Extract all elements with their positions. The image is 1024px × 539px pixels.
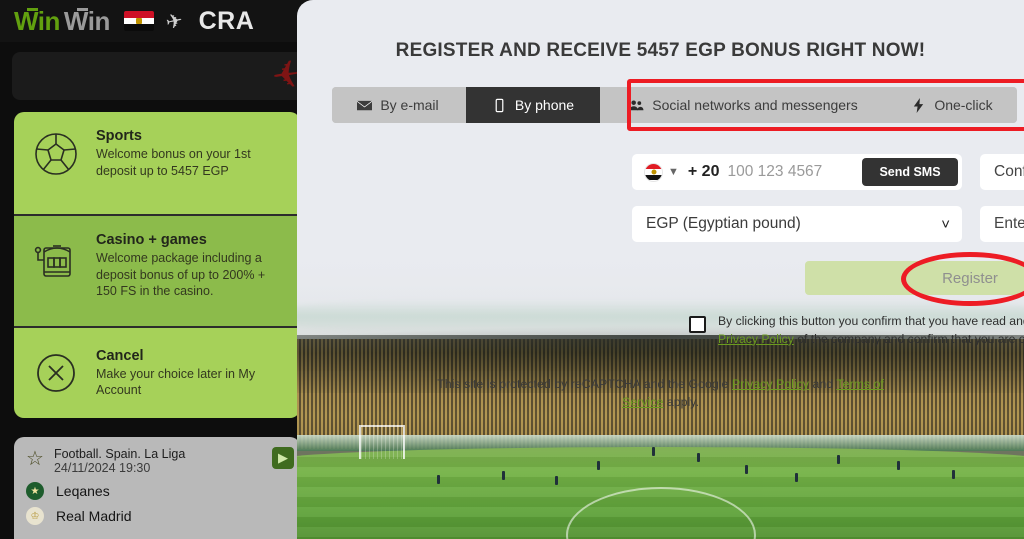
chevron-down-icon[interactable]: ▼ bbox=[668, 166, 679, 178]
promo-code-field[interactable]: Enter promo code (if you have one) bbox=[980, 206, 1024, 242]
match-datetime: 24/11/2024 19:30 bbox=[53, 461, 151, 475]
recaptcha-text-after: apply. bbox=[663, 394, 699, 409]
currency-select[interactable]: EGP (Egyptian pound) ˅ bbox=[632, 206, 962, 242]
crash-label: CRA bbox=[198, 6, 255, 35]
phone-dial-code: + 20 bbox=[687, 163, 720, 180]
google-privacy-policy-link[interactable]: Privacy Policy bbox=[732, 377, 809, 391]
match-league: Football. Spain. La Liga bbox=[53, 447, 186, 461]
football-icon bbox=[30, 128, 82, 180]
promo-card-stack: Sports Welcome bonus on your 1st deposit… bbox=[14, 112, 300, 418]
match-card[interactable]: ☆ Football. Spain. La Liga 24/11/2024 19… bbox=[14, 437, 300, 539]
consent-checkbox[interactable] bbox=[689, 316, 706, 333]
currency-selected-value: EGP (Egyptian pound) bbox=[646, 215, 801, 232]
phone-input[interactable]: 100 123 4567 bbox=[727, 163, 822, 181]
page-title: REGISTER AND RECEIVE 5457 EGP BONUS RIGH… bbox=[395, 40, 926, 61]
mobile-phone-icon bbox=[495, 98, 504, 112]
match-team-row: ★ Leqanes bbox=[26, 482, 288, 500]
confirmation-code-input[interactable]: Confirmation code bbox=[994, 163, 1024, 181]
slot-machine-icon bbox=[30, 232, 82, 284]
promo-description: Make your choice later in My Account bbox=[96, 366, 256, 398]
phone-input-group[interactable]: ▼ + 20 100 123 4567 Send SMS bbox=[632, 154, 962, 190]
registration-modal: REGISTER AND RECEIVE 5457 EGP BONUS RIGH… bbox=[297, 0, 1024, 539]
consent-text-before: By clicking this button you confirm that… bbox=[718, 314, 1024, 328]
tab-label: By e-mail bbox=[380, 97, 439, 113]
promo-code-input[interactable]: Enter promo code (if you have one) bbox=[994, 215, 1024, 233]
confirmation-code-group[interactable]: Confirmation code Confirm bbox=[980, 154, 1024, 190]
recaptcha-text-before: This site is protected by reCAPTCHA and … bbox=[437, 377, 732, 391]
aviator-banner[interactable]: ✈ bbox=[12, 52, 312, 100]
consent-row: By clicking this button you confirm that… bbox=[689, 313, 1024, 348]
tab-one-click[interactable]: One-click bbox=[887, 87, 1017, 123]
tab-label: One-click bbox=[934, 97, 993, 113]
site-logo[interactable]: Win Win bbox=[14, 6, 110, 37]
tab-social-networks[interactable]: Social networks and messengers bbox=[602, 87, 885, 123]
consent-text-after: of the company and confirm that you are … bbox=[797, 331, 1024, 346]
match-team-row: ♔ Real Madrid bbox=[26, 507, 288, 525]
modal-content: REGISTER AND RECEIVE 5457 EGP BONUS RIGH… bbox=[297, 0, 1024, 539]
egypt-flag-icon[interactable] bbox=[123, 11, 154, 31]
send-sms-button[interactable]: Send SMS bbox=[862, 158, 958, 186]
logo-text-part1: Win bbox=[14, 5, 60, 36]
consent-text: By clicking this button you confirm that… bbox=[718, 313, 1024, 348]
promo-description: Welcome package including a deposit bonu… bbox=[96, 251, 266, 298]
lightning-bolt-icon bbox=[914, 97, 924, 113]
leganes-badge-icon: ★ bbox=[26, 482, 44, 500]
promo-card-casino[interactable]: Casino + games Welcome package including… bbox=[14, 214, 300, 326]
promo-title: Sports bbox=[96, 128, 142, 144]
tab-by-phone[interactable]: By phone bbox=[466, 87, 600, 123]
screen: Win Win ✈ CRA ✈ Sports Welcome bonus on … bbox=[0, 0, 1024, 539]
team-name: Real Madrid bbox=[56, 508, 132, 524]
logo-text-part2: Win bbox=[63, 5, 110, 36]
site-header: Win Win ✈ CRA bbox=[0, 0, 330, 42]
promo-description: Welcome bonus on your 1st deposit up to … bbox=[96, 147, 251, 178]
envelope-icon bbox=[357, 100, 373, 110]
tab-label: Social networks and messengers bbox=[652, 97, 858, 113]
promo-title: Casino + games bbox=[96, 232, 207, 248]
register-button[interactable]: Register bbox=[805, 261, 1024, 295]
real-madrid-badge-icon: ♔ bbox=[26, 507, 44, 525]
recaptcha-text-mid: and bbox=[809, 377, 837, 391]
privacy-policy-link[interactable]: Privacy Policy bbox=[718, 332, 794, 346]
registration-method-tabs: By e-mail By phone Social networks and m… bbox=[332, 87, 1017, 123]
promo-card-cancel[interactable]: Cancel Make your choice later in My Acco… bbox=[14, 326, 300, 418]
cancel-circle-icon bbox=[30, 347, 82, 399]
promo-title: Cancel bbox=[96, 347, 144, 364]
plane-icon: ✈ bbox=[163, 8, 185, 34]
tab-label: By phone bbox=[514, 97, 575, 113]
team-name: Leqanes bbox=[56, 483, 110, 499]
promo-card-sports[interactable]: Sports Welcome bonus on your 1st deposit… bbox=[14, 112, 300, 214]
tab-by-email[interactable]: By e-mail bbox=[332, 87, 464, 123]
egypt-flag-round-icon[interactable] bbox=[644, 162, 663, 182]
recaptcha-notice: This site is protected by reCAPTCHA and … bbox=[297, 376, 1024, 411]
live-stream-icon[interactable]: ▶ bbox=[272, 447, 294, 469]
chevron-down-icon[interactable]: ˅ bbox=[941, 216, 950, 233]
star-icon[interactable]: ☆ bbox=[26, 449, 44, 469]
people-group-icon bbox=[629, 99, 644, 110]
